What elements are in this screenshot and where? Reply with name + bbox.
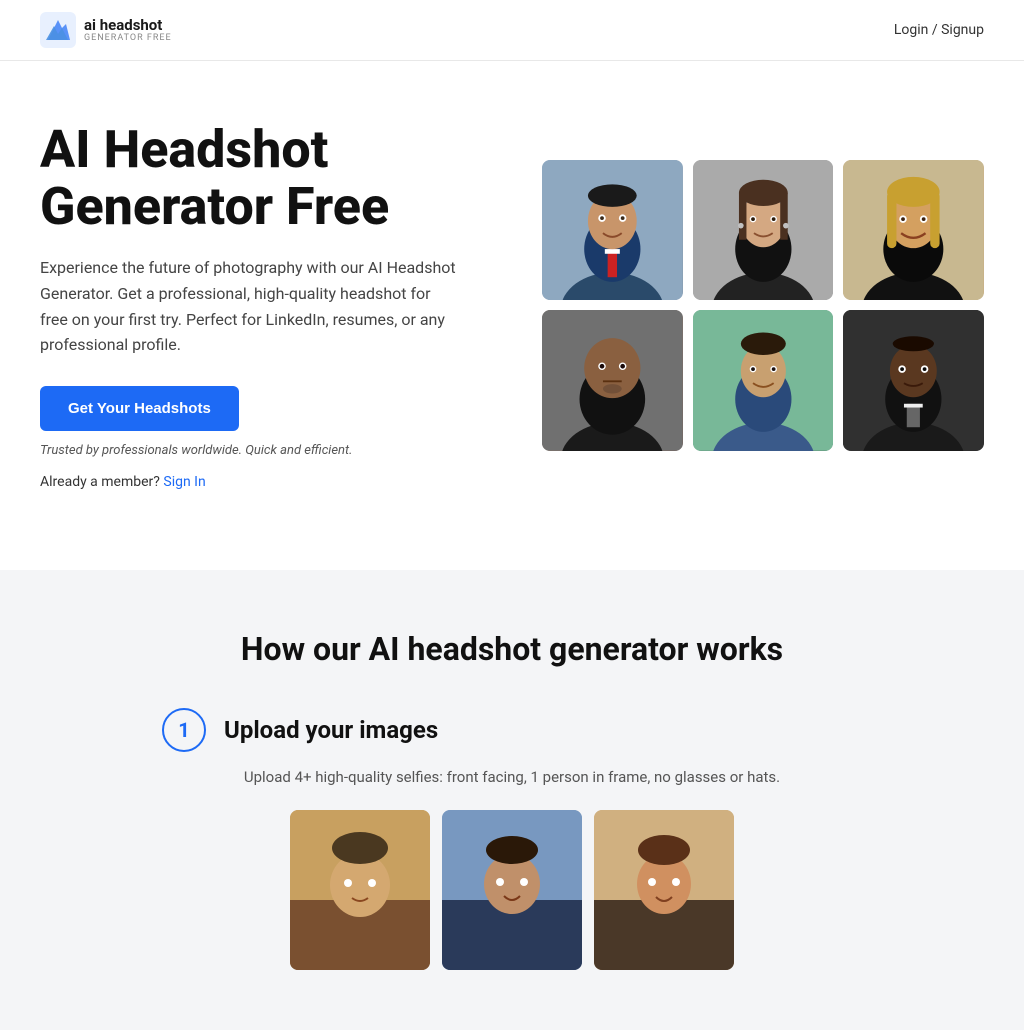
trust-text: Trusted by professionals worldwide. Quic… — [40, 443, 482, 458]
navbar: ai headshot GENERATOR FREE Login / Signu… — [0, 0, 1024, 61]
hero-title: AI Headshot Generator Free — [40, 121, 482, 235]
step-1-description: Upload 4+ high-quality selfies: front fa… — [162, 768, 862, 786]
step-1-block: 1 Upload your images Upload 4+ high-qual… — [162, 708, 862, 970]
headshot-photo-4 — [542, 310, 683, 451]
sample-photo-2 — [442, 810, 582, 970]
sample-photos — [162, 810, 862, 970]
headshot-photo-1 — [542, 160, 683, 301]
step-1-number: 1 — [162, 708, 206, 752]
already-member-text: Already a member? Sign In — [40, 474, 482, 490]
sign-in-link[interactable]: Sign In — [163, 474, 205, 490]
logo-subtitle: GENERATOR FREE — [84, 33, 172, 43]
hero-left: AI Headshot Generator Free Experience th… — [40, 121, 482, 490]
logo-title: ai headshot — [84, 17, 172, 34]
step-1-header: 1 Upload your images — [162, 708, 862, 752]
auth-link[interactable]: Login / Signup — [894, 22, 984, 38]
headshot-photo-3 — [843, 160, 984, 301]
headshot-photo-5 — [693, 310, 834, 451]
sample-photo-1 — [290, 810, 430, 970]
how-section: How our AI headshot generator works 1 Up… — [0, 570, 1024, 1030]
logo-icon — [40, 12, 76, 48]
headshot-photo-2 — [693, 160, 834, 301]
headshot-grid — [542, 160, 984, 451]
hero-section: AI Headshot Generator Free Experience th… — [0, 61, 1024, 570]
logo: ai headshot GENERATOR FREE — [40, 12, 172, 48]
logo-text: ai headshot GENERATOR FREE — [84, 17, 172, 44]
step-1-title: Upload your images — [224, 716, 438, 744]
headshot-photo-6 — [843, 310, 984, 451]
get-headshots-button[interactable]: Get Your Headshots — [40, 386, 239, 431]
hero-description: Experience the future of photography wit… — [40, 255, 460, 357]
how-title: How our AI headshot generator works — [40, 630, 984, 668]
sample-photo-3 — [594, 810, 734, 970]
